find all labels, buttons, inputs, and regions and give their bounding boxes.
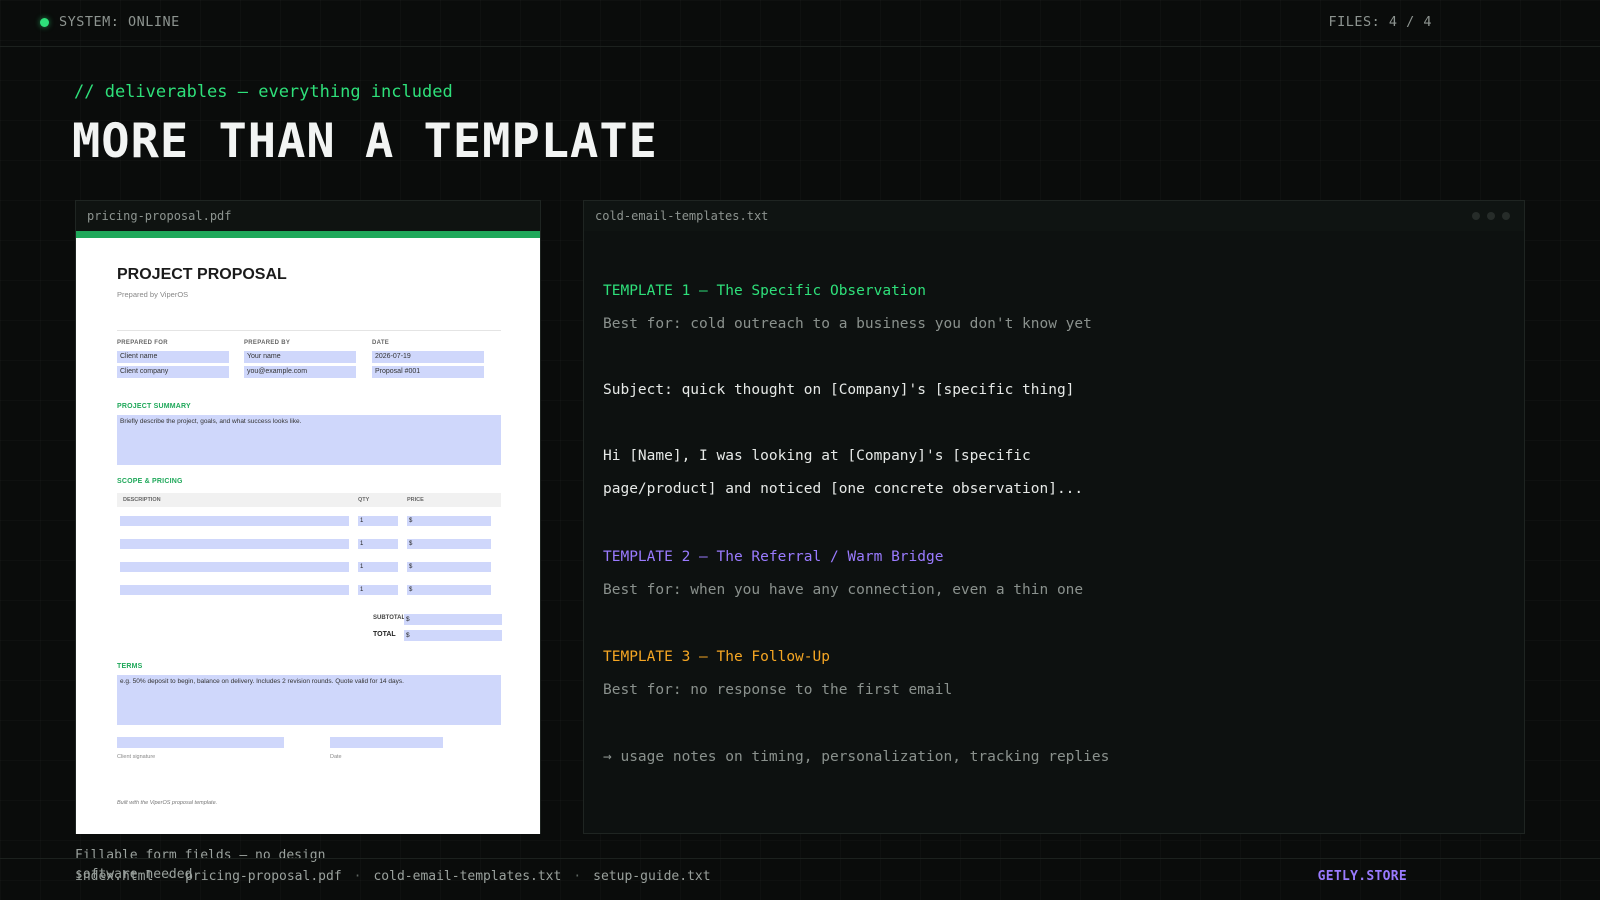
file-list: index.html · pricing-proposal.pdf · cold… — [75, 869, 711, 884]
proposal-footer: Built with the ViperOS proposal template… — [117, 800, 218, 806]
window-dot-icon[interactable] — [1487, 212, 1495, 220]
date-label: DATE — [372, 340, 390, 346]
row-price-field[interactable]: $ — [407, 539, 491, 549]
client-name-field[interactable]: Client name — [117, 351, 229, 363]
template-2-best-for: Best for: when you have any connection, … — [603, 582, 1084, 598]
signature-date-field[interactable] — [330, 737, 443, 748]
row-description-field[interactable] — [120, 562, 349, 572]
template-2-title: TEMPLATE 2 — The Referral / Warm Bridge — [603, 549, 944, 565]
window-dot-icon[interactable] — [1472, 212, 1480, 220]
col-description: DESCRIPTION — [123, 497, 161, 503]
subtotal-label: SUBTOTAL — [373, 615, 406, 621]
col-qty: QTY — [358, 497, 370, 503]
window-controls — [1472, 212, 1510, 220]
subtotal-field[interactable]: $ — [404, 614, 502, 625]
project-summary-field[interactable]: Briefly describe the project, goals, and… — [117, 415, 501, 465]
separator: · — [165, 869, 174, 884]
pdf-preview-panel: pricing-proposal.pdf PROJECT PROPOSAL Pr… — [75, 200, 541, 834]
client-company-field[interactable]: Client company — [117, 366, 229, 378]
prepared-by-label: PREPARED BY — [244, 340, 291, 346]
section-kicker: // deliverables — everything included — [74, 82, 453, 102]
pdf-filename-tab[interactable]: pricing-proposal.pdf — [76, 201, 540, 231]
proposal-subtitle: Prepared by ViperOS — [117, 290, 189, 299]
usage-notes: → usage notes on timing, personalization… — [603, 749, 1110, 765]
divider — [117, 330, 501, 331]
files-count: FILES: 4 / 4 — [1328, 14, 1432, 30]
scope-pricing-heading: SCOPE & PRICING — [117, 478, 183, 485]
bottom-bar: index.html · pricing-proposal.pdf · cold… — [0, 858, 1600, 900]
file-link-setup-guide[interactable]: setup-guide.txt — [593, 869, 710, 884]
col-price: PRICE — [407, 497, 424, 503]
system-status: SYSTEM: ONLINE — [40, 14, 180, 30]
separator: · — [353, 869, 362, 884]
template-1-body-line-2: page/product] and noticed [one concrete … — [603, 481, 1084, 497]
your-name-field[interactable]: Your name — [244, 351, 356, 363]
text-filename-tab[interactable]: cold-email-templates.txt — [584, 201, 1524, 231]
client-signature-label: Client signature — [117, 754, 156, 760]
row-price-field[interactable]: $ — [407, 585, 491, 595]
signature-date-label: Date — [330, 754, 342, 760]
email-field[interactable]: you@example.com — [244, 366, 356, 378]
row-qty-field[interactable]: 1 — [358, 539, 398, 549]
page-title: MORE THAN A TEMPLATE — [72, 114, 658, 169]
total-label: TOTAL — [373, 631, 396, 638]
row-description-field[interactable] — [120, 516, 349, 526]
text-file-panel: cold-email-templates.txt TEMPLATE 1 — Th… — [583, 200, 1525, 834]
terms-field[interactable]: e.g. 50% deposit to begin, balance on de… — [117, 675, 501, 725]
top-bar: SYSTEM: ONLINE FILES: 4 / 4 — [0, 0, 1600, 47]
project-summary-heading: PROJECT SUMMARY — [117, 403, 191, 410]
pricing-table-header: DESCRIPTION QTY PRICE — [117, 493, 501, 507]
client-signature-field[interactable] — [117, 737, 284, 748]
proposal-title: PROJECT PROPOSAL — [117, 266, 287, 283]
total-field[interactable]: $ — [404, 630, 502, 641]
status-dot-icon — [40, 17, 49, 27]
status-text: SYSTEM: ONLINE — [59, 14, 180, 30]
store-link[interactable]: GETLY.STORE — [1318, 869, 1407, 884]
row-description-field[interactable] — [120, 539, 349, 549]
proposal-number-field[interactable]: Proposal #001 — [372, 366, 484, 378]
pdf-page: PROJECT PROPOSAL Prepared by ViperOS PRE… — [76, 238, 540, 834]
row-price-field[interactable]: $ — [407, 562, 491, 572]
prepared-for-label: PREPARED FOR — [117, 340, 168, 346]
terms-heading: TERMS — [117, 663, 143, 670]
template-1-body-line-1: Hi [Name], I was looking at [Company]'s … — [603, 448, 1031, 464]
date-field[interactable]: 2026-07-19 — [372, 351, 484, 363]
row-qty-field[interactable]: 1 — [358, 562, 398, 572]
template-1-title: TEMPLATE 1 — The Specific Observation — [603, 283, 927, 299]
row-qty-field[interactable]: 1 — [358, 516, 398, 526]
template-3-title: TEMPLATE 3 — The Follow-Up — [603, 649, 830, 665]
separator: · — [573, 869, 582, 884]
template-1-subject: Subject: quick thought on [Company]'s [s… — [603, 382, 1075, 398]
pdf-accent-bar — [76, 231, 540, 238]
row-description-field[interactable] — [120, 585, 349, 595]
file-link-cold-email-templates[interactable]: cold-email-templates.txt — [373, 869, 561, 884]
file-link-index[interactable]: index.html — [75, 869, 153, 884]
row-qty-field[interactable]: 1 — [358, 585, 398, 595]
row-price-field[interactable]: $ — [407, 516, 491, 526]
file-link-pricing-proposal[interactable]: pricing-proposal.pdf — [185, 869, 342, 884]
template-3-best-for: Best for: no response to the first email — [603, 682, 953, 698]
template-1-best-for: Best for: cold outreach to a business yo… — [603, 316, 1092, 332]
window-dot-icon[interactable] — [1502, 212, 1510, 220]
